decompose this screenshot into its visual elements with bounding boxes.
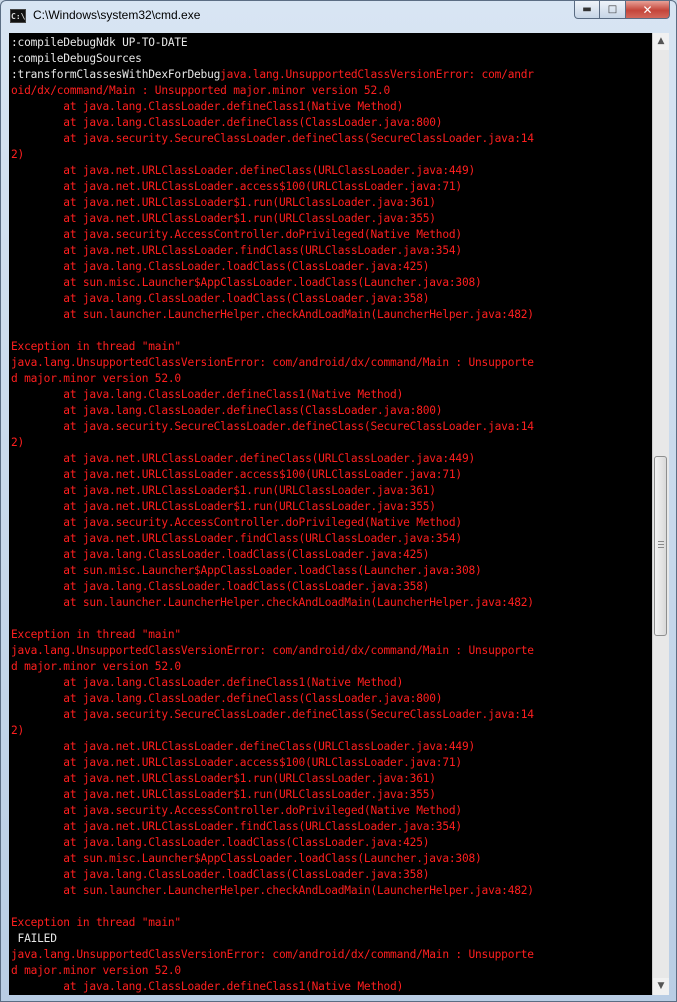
console-line: at java.net.URLClassLoader.findClass(URL…	[11, 820, 462, 833]
console-line: FAILED	[11, 932, 57, 945]
scroll-grip-icon	[658, 541, 664, 549]
console-line: at java.lang.ClassLoader.defineClass1(Na…	[11, 980, 404, 993]
window-title: C:\Windows\system32\cmd.exe	[33, 8, 201, 22]
console-line: at java.net.URLClassLoader$1.run(URLClas…	[11, 196, 436, 209]
console-line: d major.minor version 52.0	[11, 964, 181, 977]
console-line: at java.security.AccessController.doPriv…	[11, 228, 462, 241]
scroll-up-arrow-icon: ▲	[657, 36, 665, 46]
console-line: at java.lang.ClassLoader.loadClass(Class…	[11, 836, 430, 849]
console-line: at java.net.URLClassLoader.findClass(URL…	[11, 244, 462, 257]
caption-buttons: ▬ □ ✕	[574, 1, 670, 19]
console-line: oid/dx/command/Main : Unsupported major.…	[11, 84, 391, 97]
scroll-down-arrow-icon: ▼	[657, 981, 665, 991]
console-line: Exception in thread "main"	[11, 628, 181, 641]
vertical-scrollbar[interactable]: ▲ ▼	[652, 33, 669, 995]
console-line: at java.lang.ClassLoader.defineClass(Cla…	[11, 116, 443, 129]
console-line: at sun.launcher.LauncherHelper.checkAndL…	[11, 596, 534, 609]
close-icon: ✕	[642, 2, 653, 17]
console-line: :compileDebugNdk UP-TO-DATE	[11, 36, 188, 49]
console-line: java.lang.UnsupportedClassVersionError: …	[11, 644, 534, 657]
cmd-icon[interactable]: C:\	[10, 9, 26, 23]
console-line: at java.net.URLClassLoader.defineClass(U…	[11, 164, 476, 177]
console-line: at java.security.SecureClassLoader.defin…	[11, 708, 534, 721]
console-line: at java.lang.ClassLoader.defineClass(Cla…	[11, 692, 443, 705]
console-line: at java.lang.ClassLoader.defineClass1(Na…	[11, 388, 404, 401]
console-line: :transformClassesWithDexForDebugjava.lan…	[11, 67, 534, 83]
cmd-window: C:\ C:\Windows\system32\cmd.exe ▬ □ ✕ :c…	[0, 0, 677, 1002]
console-line: at java.lang.ClassLoader.loadClass(Class…	[11, 868, 430, 881]
console-line: at java.lang.ClassLoader.loadClass(Class…	[11, 292, 430, 305]
console-line: Exception in thread "main"	[11, 916, 181, 929]
console-line: at java.lang.ClassLoader.defineClass(Cla…	[11, 404, 443, 417]
console-line: at java.net.URLClassLoader.access$100(UR…	[11, 468, 462, 481]
console-line: at sun.misc.Launcher$AppClassLoader.load…	[11, 276, 482, 289]
console-line: at sun.misc.Launcher$AppClassLoader.load…	[11, 852, 482, 865]
console-line: at java.net.URLClassLoader.findClass(URL…	[11, 532, 462, 545]
console-line: at java.net.URLClassLoader.defineClass(U…	[11, 740, 476, 753]
console-line: at java.security.SecureClassLoader.defin…	[11, 420, 534, 433]
minimize-button[interactable]: ▬	[574, 1, 600, 19]
console-line: :compileDebugSources	[11, 52, 142, 65]
console-line: at java.lang.ClassLoader.loadClass(Class…	[11, 580, 430, 593]
console-line: at sun.launcher.LauncherHelper.checkAndL…	[11, 308, 534, 321]
console-line: Exception in thread "main"	[11, 340, 181, 353]
close-button[interactable]: ✕	[626, 1, 670, 19]
console-line: at java.net.URLClassLoader$1.run(URLClas…	[11, 500, 436, 513]
console-line: at java.lang.ClassLoader.defineClass1(Na…	[11, 676, 404, 689]
console-line: d major.minor version 52.0	[11, 660, 181, 673]
console-line: at java.lang.ClassLoader.loadClass(Class…	[11, 260, 430, 273]
console-line: at java.net.URLClassLoader.defineClass(U…	[11, 452, 476, 465]
console-line: at java.net.URLClassLoader$1.run(URLClas…	[11, 212, 436, 225]
console-line: at java.net.URLClassLoader$1.run(URLClas…	[11, 484, 436, 497]
console-line: at java.lang.ClassLoader.defineClass1(Na…	[11, 100, 404, 113]
console-line: at java.net.URLClassLoader.access$100(UR…	[11, 756, 462, 769]
console-line: 2)	[11, 148, 25, 161]
minimize-icon: ▬	[582, 4, 592, 15]
console-line-segment: :transformClassesWithDexForDebug	[11, 68, 221, 81]
title-bar[interactable]: C:\ C:\Windows\system32\cmd.exe ▬ □ ✕	[1, 1, 676, 31]
maximize-icon: □	[607, 4, 618, 15]
console-line: java.lang.UnsupportedClassVersionError: …	[11, 948, 534, 961]
scroll-up-button[interactable]: ▲	[653, 33, 669, 50]
console-line: 2)	[11, 436, 25, 449]
console-line: at java.net.URLClassLoader$1.run(URLClas…	[11, 788, 436, 801]
console-line: at java.lang.ClassLoader.loadClass(Class…	[11, 548, 430, 561]
console-line: at sun.misc.Launcher$AppClassLoader.load…	[11, 564, 482, 577]
console-line: at java.net.URLClassLoader.access$100(UR…	[11, 180, 462, 193]
console-line: at java.security.AccessController.doPriv…	[11, 804, 462, 817]
console-line: at sun.launcher.LauncherHelper.checkAndL…	[11, 884, 534, 897]
console-line: d major.minor version 52.0	[11, 372, 181, 385]
console-line: at java.security.AccessController.doPriv…	[11, 516, 462, 529]
maximize-button[interactable]: □	[600, 1, 626, 19]
scroll-thumb[interactable]	[654, 456, 667, 636]
console-output[interactable]: :compileDebugNdk UP-TO-DATE :compileDebug…	[9, 33, 652, 995]
console-line-segment: java.lang.UnsupportedClassVersionError: …	[220, 68, 534, 81]
console-line: 2)	[11, 724, 25, 737]
console-lines: :compileDebugNdk UP-TO-DATE :compileDebug…	[11, 35, 534, 995]
scroll-down-button[interactable]: ▼	[653, 978, 669, 995]
console-line: java.lang.UnsupportedClassVersionError: …	[11, 356, 534, 369]
console-line: at java.security.SecureClassLoader.defin…	[11, 132, 534, 145]
console-line: at java.net.URLClassLoader$1.run(URLClas…	[11, 772, 436, 785]
